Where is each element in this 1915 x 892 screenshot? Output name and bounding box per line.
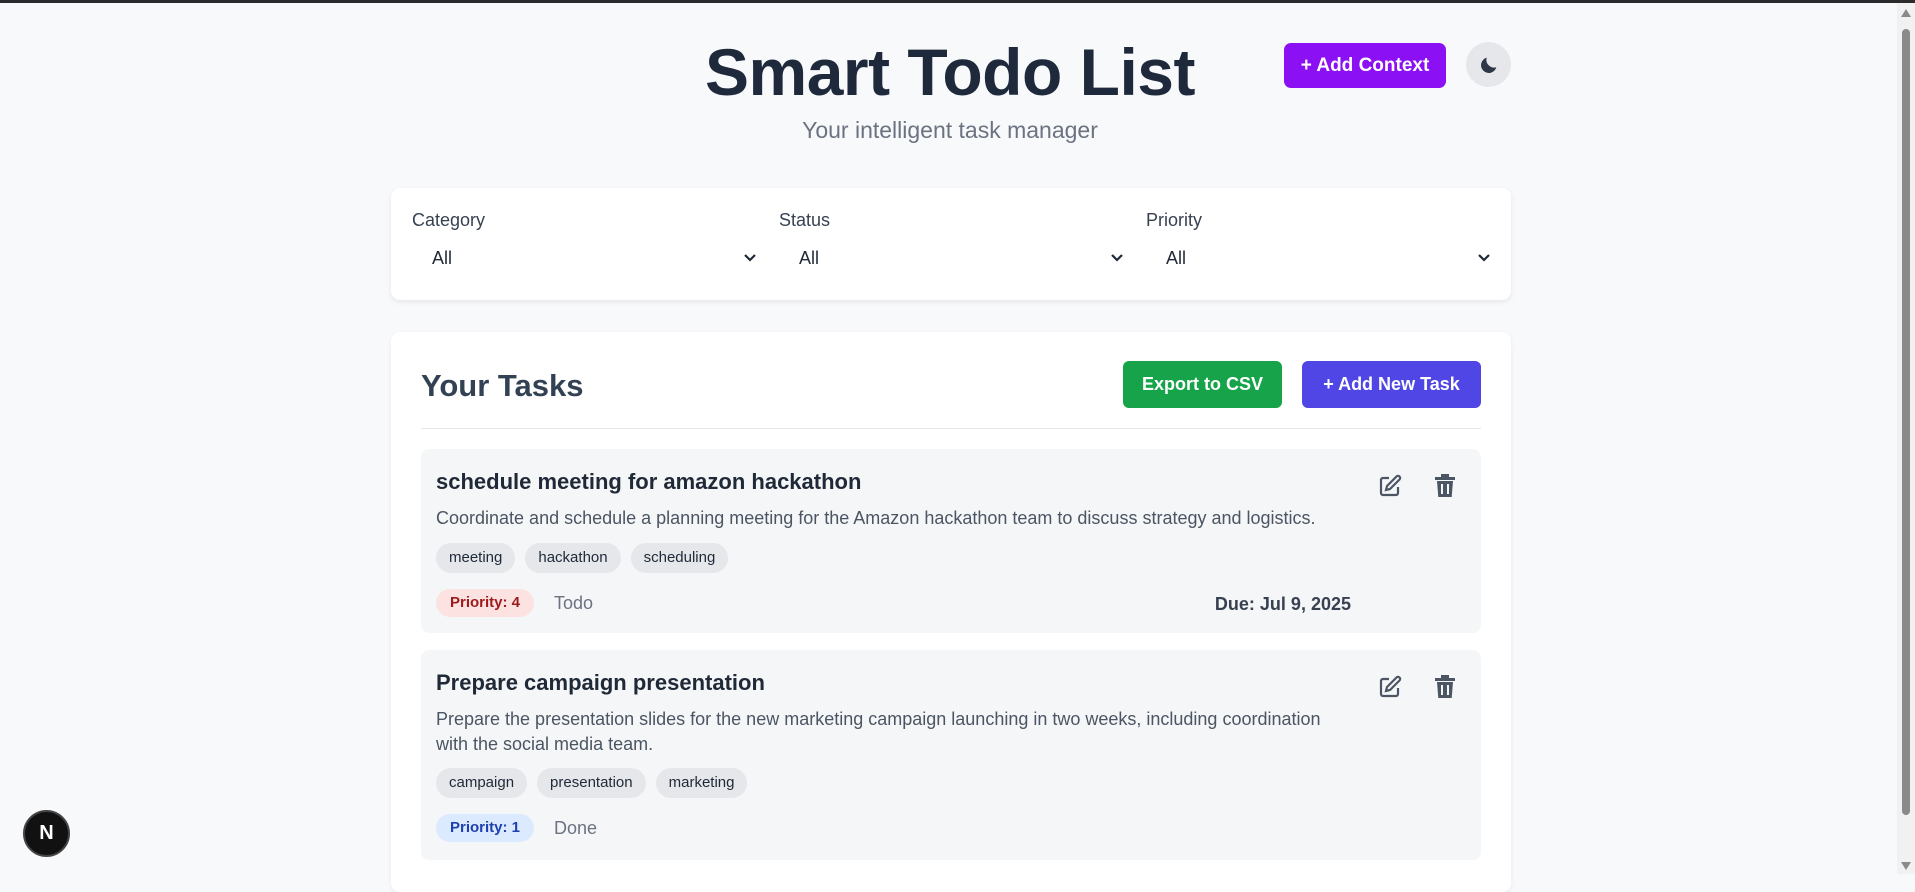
chevron-down-icon — [744, 254, 756, 262]
task-description: Coordinate and schedule a planning meeti… — [436, 508, 1316, 528]
delete-task-button[interactable] — [1432, 674, 1458, 700]
category-select-value: All — [432, 248, 453, 268]
tasks-panel: Your Tasks Export to CSV + Add New Task … — [391, 332, 1511, 892]
tag: hackathon — [525, 543, 621, 573]
add-task-button[interactable]: + Add New Task — [1302, 361, 1481, 408]
divider — [421, 428, 1481, 429]
task-card: schedule meeting for amazon hackathon Co… — [421, 449, 1481, 633]
tag: presentation — [537, 768, 646, 798]
scrollbar[interactable] — [1897, 3, 1915, 874]
tag: campaign — [436, 768, 528, 798]
priority-filter-label: Priority — [1146, 210, 1203, 230]
theme-toggle-button[interactable] — [1466, 42, 1511, 87]
nextjs-dev-badge[interactable]: N — [23, 810, 70, 857]
priority-badge: Priority: 1 — [436, 814, 535, 842]
priority-select-value: All — [1166, 248, 1187, 268]
task-meta: Priority: 4 Todo — [436, 589, 593, 617]
edit-task-button[interactable] — [1377, 473, 1403, 499]
chevron-down-icon — [1111, 254, 1123, 262]
task-description: Prepare the presentation slides for the … — [436, 709, 1321, 754]
edit-task-button[interactable] — [1377, 674, 1403, 700]
add-context-button[interactable]: + Add Context — [1284, 43, 1446, 88]
priority-filter: Priority All — [1146, 210, 1491, 272]
tasks-heading: Your Tasks — [421, 368, 584, 403]
tag: marketing — [655, 768, 748, 798]
delete-task-button[interactable] — [1432, 473, 1458, 499]
page-title: Smart Todo List — [705, 35, 1195, 109]
task-status: Todo — [554, 592, 594, 613]
status-select-value: All — [799, 248, 820, 268]
task-tags: campaign presentation marketing — [436, 768, 748, 798]
filter-panel: Category All Status All Priority All — [391, 188, 1511, 300]
scroll-down-arrow-icon[interactable] — [1901, 862, 1911, 870]
task-meta: Priority: 1 Done — [436, 814, 597, 842]
tag: meeting — [436, 543, 516, 573]
due-date: Due: Jul 9, 2025 — [1214, 594, 1351, 614]
export-csv-button[interactable]: Export to CSV — [1123, 361, 1282, 408]
window-top-border — [0, 0, 1915, 3]
edit-icon — [1379, 675, 1402, 698]
tag: scheduling — [630, 543, 729, 573]
task-title: Prepare campaign presentation — [436, 670, 765, 695]
trash-icon — [1435, 675, 1455, 698]
trash-icon — [1435, 474, 1455, 497]
scrollbar-thumb[interactable] — [1902, 29, 1910, 815]
category-select[interactable]: All — [412, 244, 757, 272]
status-select[interactable]: All — [779, 244, 1124, 272]
category-filter: Category All — [412, 210, 757, 272]
edit-icon — [1379, 474, 1402, 497]
scroll-up-arrow-icon[interactable] — [1901, 9, 1911, 17]
task-status: Done — [554, 817, 598, 838]
task-card: Prepare campaign presentation Prepare th… — [421, 650, 1481, 860]
task-tags: meeting hackathon scheduling — [436, 543, 729, 573]
page-subtitle: Your intelligent task manager — [802, 117, 1098, 143]
status-filter-label: Status — [779, 210, 831, 230]
status-filter: Status All — [779, 210, 1124, 272]
priority-select[interactable]: All — [1146, 244, 1491, 272]
moon-icon — [1480, 57, 1496, 73]
chevron-down-icon — [1478, 254, 1490, 262]
priority-badge: Priority: 4 — [436, 589, 535, 617]
task-title: schedule meeting for amazon hackathon — [436, 469, 862, 494]
category-filter-label: Category — [412, 210, 486, 230]
